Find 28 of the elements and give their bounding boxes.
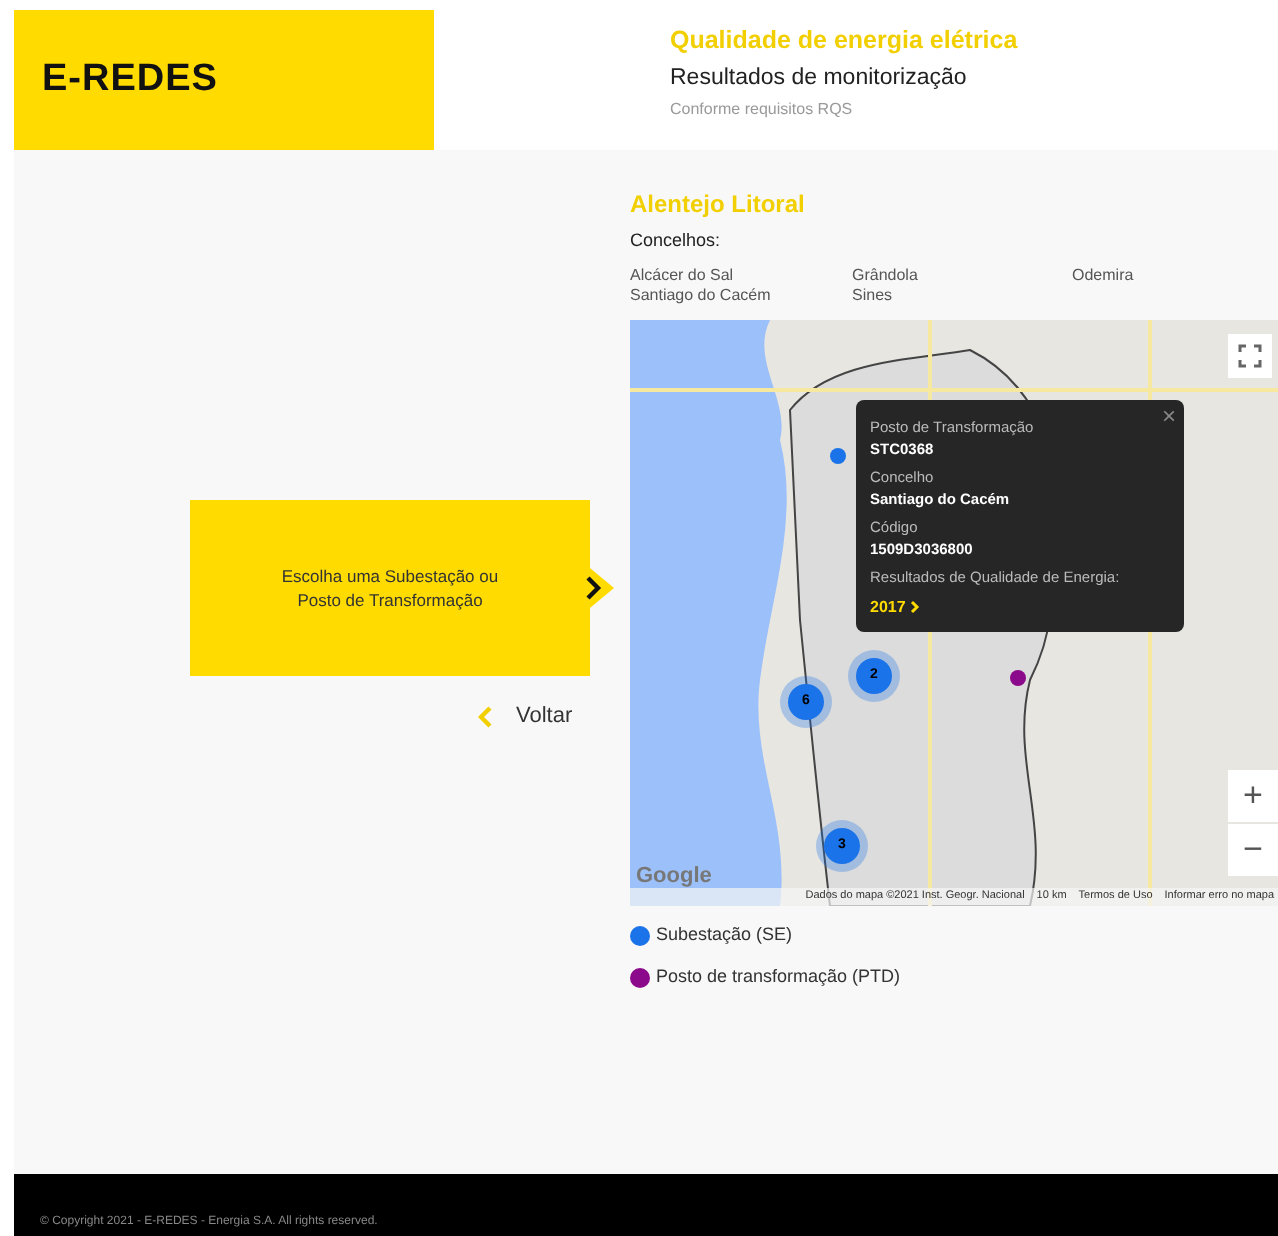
legend-label: Subestação (SE) bbox=[656, 921, 793, 948]
logo-text: E-REDES bbox=[42, 55, 218, 104]
municipality-name: Sines bbox=[852, 285, 895, 306]
transformer-marker-icon bbox=[1010, 669, 1026, 686]
logo-banner[interactable]: E-REDES bbox=[14, 10, 434, 150]
municipality-name: Santiago do Cacém bbox=[630, 285, 773, 306]
page-note: Conforme requisitos RQS bbox=[670, 98, 855, 122]
back-button[interactable]: Voltar bbox=[478, 700, 573, 733]
municipality-name: Odemira bbox=[1072, 265, 1136, 286]
chevron-right-icon bbox=[910, 600, 921, 615]
chevron-right-icon bbox=[586, 576, 602, 600]
concelhos-label: Concelhos: bbox=[630, 228, 723, 255]
chooser-panel[interactable]: Escolha uma Subestação ou Posto de Transformação bbox=[190, 500, 590, 676]
year-link[interactable]: 2017 bbox=[870, 595, 921, 620]
legend-label: Posto de transformação (PTD) bbox=[656, 964, 901, 991]
municipality-name: Alcácer do Sal bbox=[630, 265, 736, 286]
fullscreen-button[interactable] bbox=[1228, 333, 1272, 378]
page-title: Qualidade de energia elétrica bbox=[670, 24, 1018, 58]
page-subtitle: Resultados de monitorização bbox=[670, 64, 969, 94]
fullscreen-icon bbox=[1238, 343, 1262, 368]
close-button[interactable]: × bbox=[1161, 403, 1176, 428]
zoom-out-button[interactable]: − bbox=[1228, 823, 1278, 876]
region-title: Alentejo Litoral bbox=[630, 190, 807, 219]
map-logo: Google bbox=[636, 862, 712, 893]
substation-marker-icon bbox=[830, 447, 846, 464]
chevron-left-icon bbox=[478, 705, 492, 728]
zoom-in-button[interactable]: + bbox=[1228, 769, 1278, 822]
municipality-name: Grândola bbox=[852, 265, 920, 286]
